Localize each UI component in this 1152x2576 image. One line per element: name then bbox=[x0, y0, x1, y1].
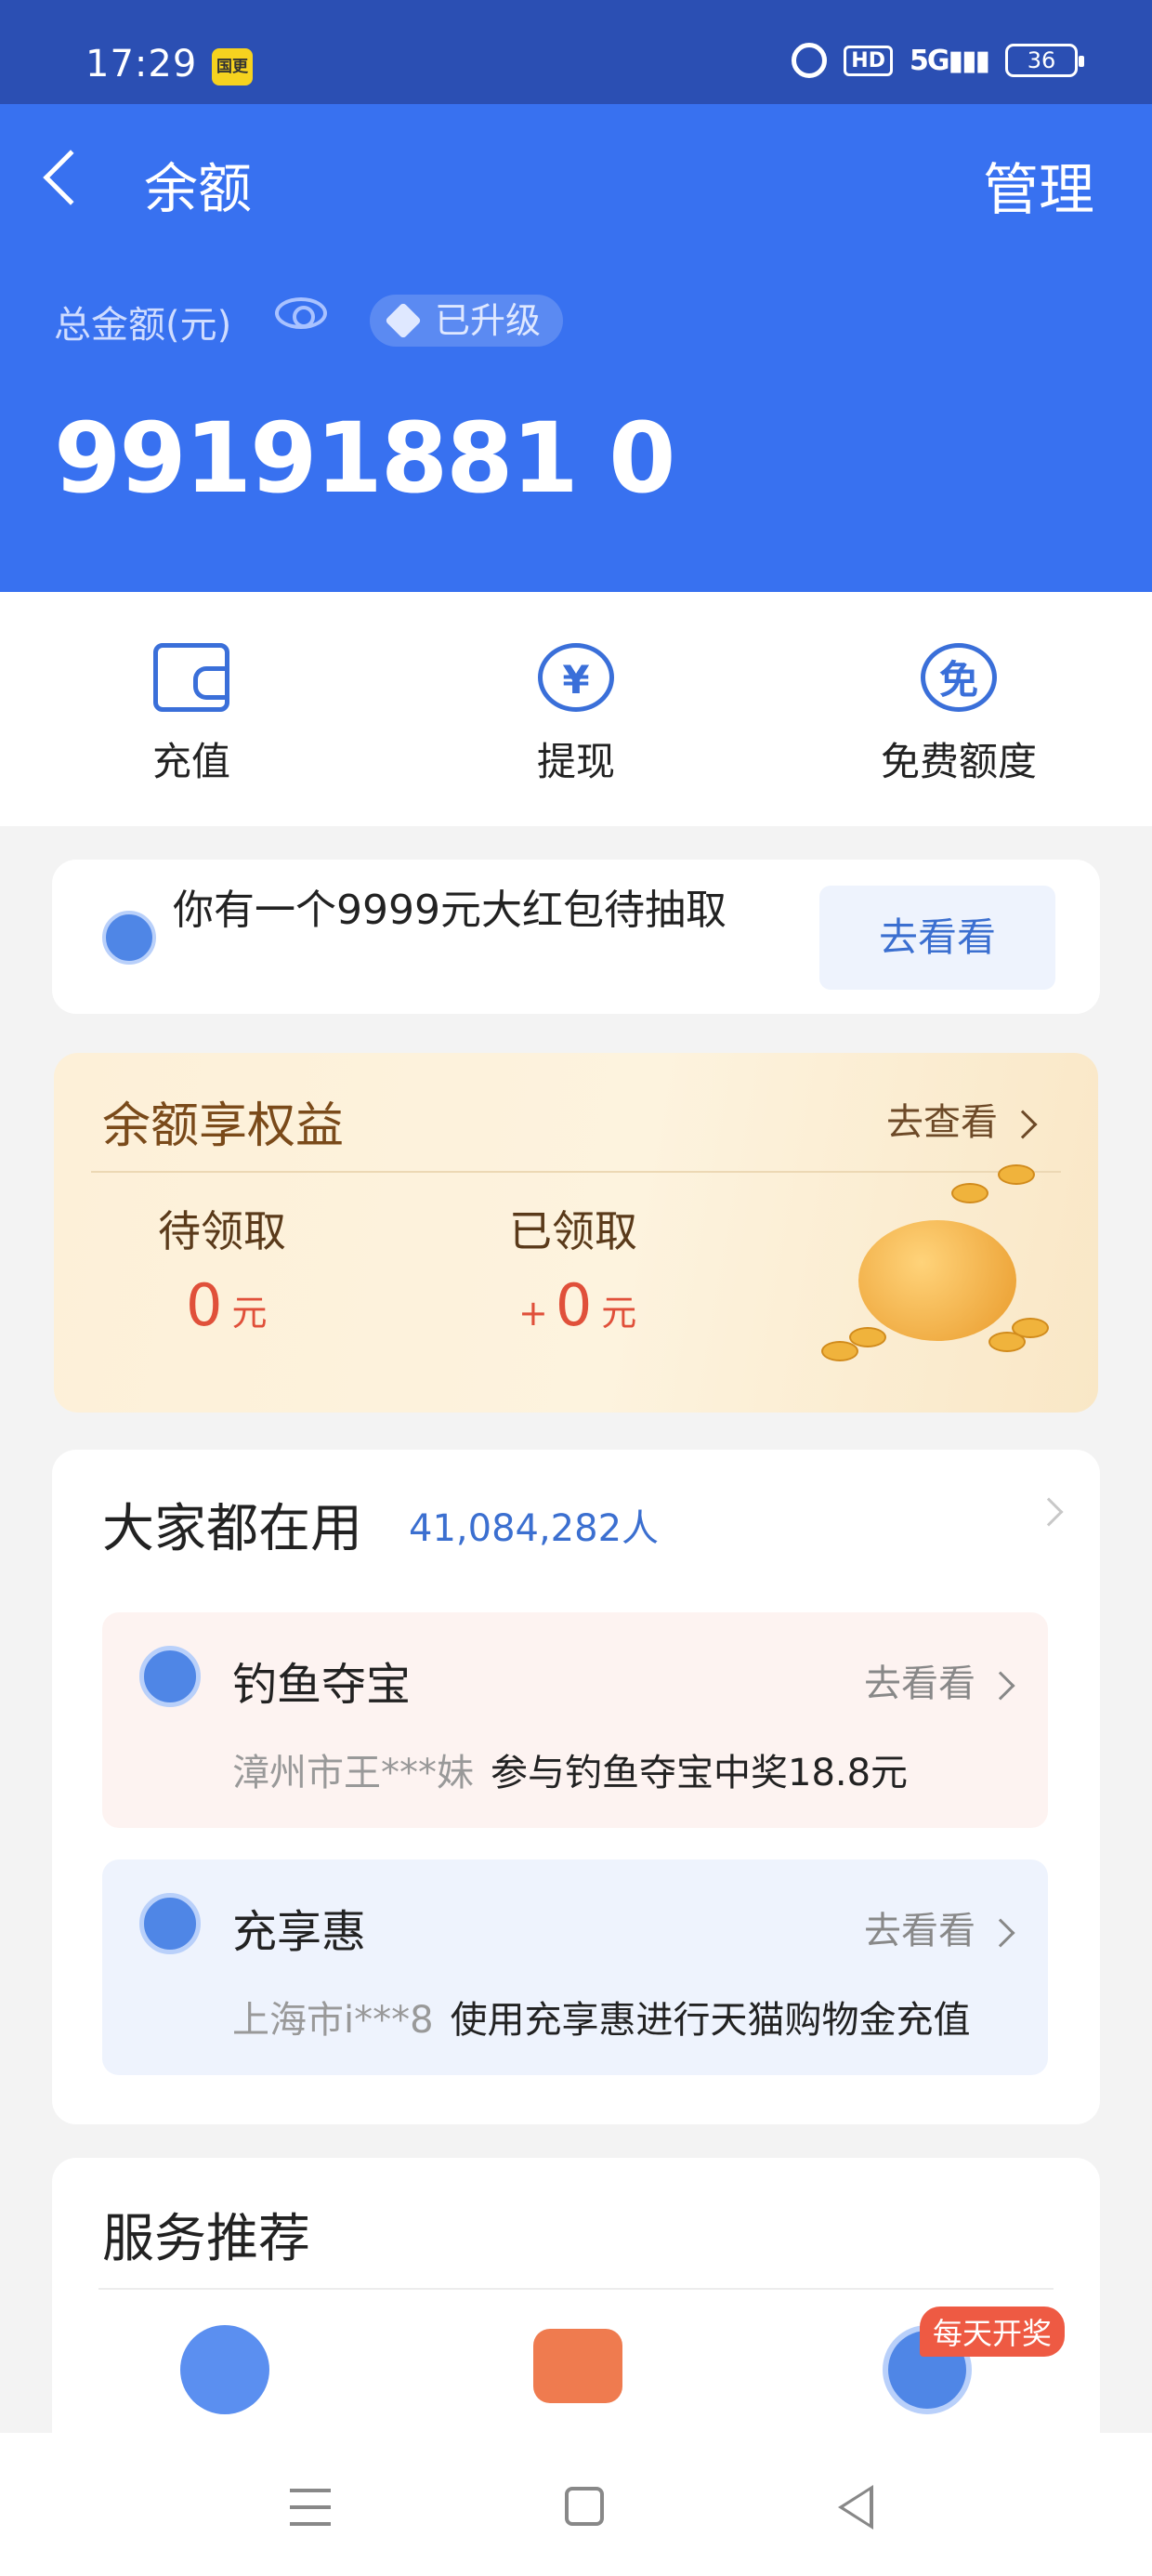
pending-label: 待领取 bbox=[158, 1206, 286, 1256]
received-prefix: + bbox=[518, 1293, 548, 1334]
fish-icon bbox=[102, 911, 156, 965]
item-user: 上海市i***8 bbox=[232, 1999, 434, 2042]
pending-number: 0 bbox=[186, 1271, 223, 1339]
received-unit: 元 bbox=[601, 1293, 637, 1334]
item-desc: 参与钓鱼夺宝中奖18.8元 bbox=[491, 1752, 909, 1794]
item-user: 漳州市王***妹 bbox=[232, 1752, 474, 1794]
recharge-label: 充值 bbox=[151, 739, 230, 784]
item-link-label: 去看看 bbox=[864, 1663, 975, 1705]
fish-icon bbox=[139, 1646, 201, 1707]
total-amount-label: 总金额(元) bbox=[54, 304, 232, 347]
menu-icon[interactable] bbox=[290, 2489, 331, 2526]
free-quota-button[interactable]: 免 免费额度 bbox=[847, 643, 1070, 787]
balance-amount: 99191881 0 bbox=[54, 401, 675, 515]
popular-title: 大家都在用 bbox=[102, 1499, 362, 1559]
manage-button[interactable]: 管理 bbox=[983, 145, 1094, 226]
item-desc: 使用充享惠进行天猫购物金充值 bbox=[450, 1999, 971, 2042]
item-link[interactable]: 去看看 bbox=[864, 1653, 1015, 1707]
system-nav-bar bbox=[0, 2433, 1152, 2576]
services-title: 服务推荐 bbox=[102, 2209, 310, 2269]
item-activity: 上海市i***8 使用充享惠进行天猫购物金充值 bbox=[232, 1990, 971, 2044]
recharge-button[interactable]: 充值 bbox=[80, 643, 303, 787]
home-icon[interactable] bbox=[565, 2487, 604, 2526]
status-bar: 17:29 国更 HD 5G▮▮▮ 36 bbox=[0, 0, 1152, 104]
daily-draw-badge: 每天开奖 bbox=[919, 2307, 1065, 2357]
chevron-right-icon bbox=[1008, 1110, 1038, 1139]
chevron-right-icon bbox=[986, 1918, 1015, 1948]
list-item[interactable]: 充享惠 去看看 上海市i***8 使用充享惠进行天猫购物金充值 bbox=[102, 1860, 1048, 2075]
divider bbox=[98, 2288, 1054, 2290]
eye-icon[interactable] bbox=[275, 297, 327, 329]
item-name: 充享惠 bbox=[232, 1906, 367, 1958]
withdraw-button[interactable]: ¥ 提现 bbox=[465, 643, 687, 787]
balance-header: 余额 管理 总金额(元) 已升级 99191881 0 bbox=[0, 104, 1152, 592]
pending-value: 0元 bbox=[186, 1271, 267, 1339]
app-badge-icon: 国更 bbox=[212, 48, 253, 85]
piggy-bank-icon bbox=[821, 1164, 1054, 1387]
chevron-right-icon[interactable] bbox=[1034, 1497, 1064, 1527]
received-value: +0 元 bbox=[518, 1271, 636, 1339]
benefits-link-label: 去查看 bbox=[886, 1101, 998, 1144]
diamond-icon bbox=[385, 302, 422, 339]
item-activity: 漳州市王***妹 参与钓鱼夺宝中奖18.8元 bbox=[232, 1742, 908, 1796]
network-label: 5G bbox=[909, 44, 949, 77]
pending-unit: 元 bbox=[231, 1293, 268, 1334]
balance-benefits-card: 余额享权益 去查看 待领取 0元 已领取 +0 元 bbox=[54, 1053, 1098, 1413]
status-time: 17:29 bbox=[85, 43, 198, 85]
benefits-title: 余额享权益 bbox=[102, 1098, 345, 1154]
gift-icon[interactable] bbox=[180, 2325, 269, 2414]
red-packet-card[interactable]: 你有一个9999元大红包待抽取 去看看 bbox=[52, 860, 1100, 1014]
withdraw-label: 提现 bbox=[536, 739, 615, 784]
user-count: 41,084,282人 bbox=[409, 1507, 660, 1550]
wallet-icon bbox=[153, 643, 229, 712]
wallet-card-icon bbox=[139, 1893, 201, 1954]
wallet-icon[interactable] bbox=[533, 2329, 622, 2403]
back-arrow-icon[interactable] bbox=[43, 150, 98, 205]
item-name: 钓鱼夺宝 bbox=[232, 1659, 412, 1711]
upgrade-badge[interactable]: 已升级 bbox=[370, 295, 564, 347]
red-packet-button[interactable]: 去看看 bbox=[819, 886, 1055, 990]
battery-icon: 36 bbox=[1005, 44, 1084, 77]
item-link[interactable]: 去看看 bbox=[864, 1900, 1015, 1954]
received-number: 0 bbox=[555, 1271, 593, 1339]
chevron-right-icon bbox=[986, 1671, 1015, 1701]
back-triangle-icon[interactable] bbox=[838, 2485, 873, 2530]
benefits-view-link[interactable]: 去查看 bbox=[886, 1092, 1038, 1146]
item-link-label: 去看看 bbox=[864, 1910, 975, 1952]
red-packet-text: 你有一个9999元大红包待抽取 bbox=[173, 887, 727, 934]
popular-services-card: 大家都在用 41,084,282人 钓鱼夺宝 去看看 漳州市王***妹 参与钓鱼夺… bbox=[52, 1450, 1100, 2124]
free-quota-label: 免费额度 bbox=[880, 739, 1037, 784]
status-icons: HD 5G▮▮▮ 36 bbox=[792, 43, 1084, 78]
upgrade-badge-label: 已升级 bbox=[435, 300, 542, 341]
page-title: 余额 bbox=[144, 157, 253, 220]
hd-icon: HD bbox=[844, 45, 893, 76]
alarm-icon bbox=[792, 43, 828, 78]
list-item[interactable]: 钓鱼夺宝 去看看 漳州市王***妹 参与钓鱼夺宝中奖18.8元 bbox=[102, 1612, 1048, 1828]
quick-actions: 充值 ¥ 提现 免 免费额度 bbox=[0, 592, 1152, 826]
yuan-withdraw-icon: ¥ bbox=[538, 643, 614, 712]
free-quota-icon: 免 bbox=[921, 643, 997, 712]
signal-icon: 5G▮▮▮ bbox=[909, 44, 990, 77]
received-label: 已领取 bbox=[509, 1206, 637, 1256]
